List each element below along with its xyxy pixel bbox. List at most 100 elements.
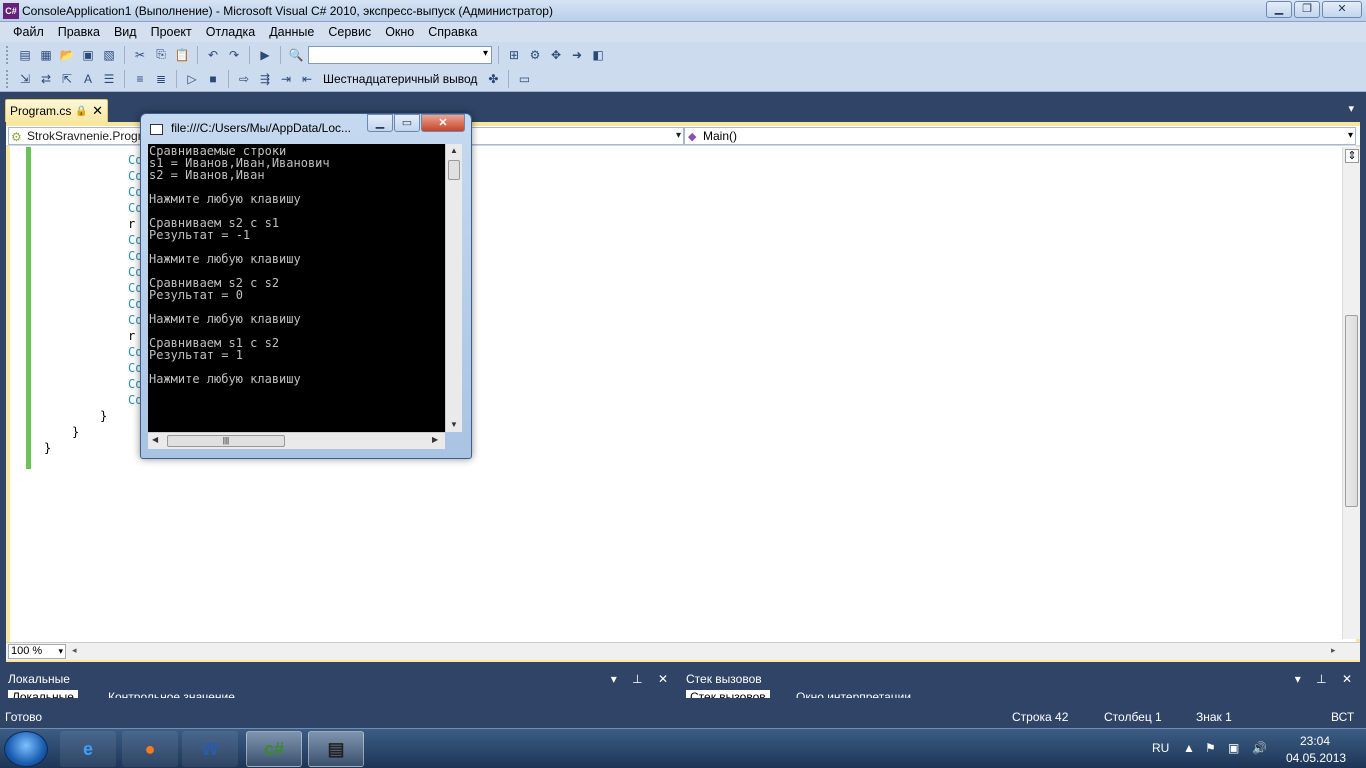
tab-watch[interactable]: Контрольное значение bbox=[108, 690, 235, 698]
redo-icon[interactable]: ↷ bbox=[225, 46, 243, 64]
member-dropdown[interactable]: ◆ Main() bbox=[684, 127, 1356, 145]
toolbar-grip[interactable] bbox=[6, 45, 10, 64]
scroll-thumb[interactable] bbox=[1345, 315, 1358, 507]
toolbox-icon[interactable]: ✥ bbox=[547, 46, 565, 64]
comment-icon[interactable]: ☰ bbox=[100, 70, 118, 88]
status-bar: Готово Строка 42 Столбец 1 Знак 1 ВСТ bbox=[0, 706, 1366, 728]
scroll-up-icon[interactable]: ▲ bbox=[450, 146, 458, 155]
paste-icon[interactable]: 📋 bbox=[173, 46, 191, 64]
save-icon[interactable]: ▣ bbox=[79, 46, 97, 64]
zoom-dropdown[interactable]: 100 % bbox=[8, 644, 66, 659]
scroll-right-icon[interactable]: ▸ bbox=[1331, 645, 1336, 656]
step-over-2-icon[interactable]: ⇥ bbox=[277, 70, 295, 88]
code-line: r bbox=[128, 217, 136, 231]
console-line: Нажмите любую клавишу bbox=[149, 372, 301, 386]
new-project-icon[interactable]: ▤ bbox=[16, 46, 34, 64]
action-center-icon[interactable]: ⚑ bbox=[1205, 741, 1216, 755]
console-scroll-thumb[interactable] bbox=[448, 160, 460, 180]
scroll-down-icon[interactable]: ▼ bbox=[450, 420, 458, 429]
network-icon[interactable]: ▣ bbox=[1228, 741, 1239, 755]
clock-time[interactable]: 23:04 bbox=[1300, 734, 1330, 748]
menu-help[interactable]: Справка bbox=[421, 25, 484, 39]
toolbar-grip[interactable] bbox=[6, 70, 10, 88]
find-combo[interactable] bbox=[308, 45, 492, 64]
callstack-panel-title: Стек вызовов bbox=[686, 672, 762, 686]
tab-list-icon[interactable]: ▾ bbox=[1348, 102, 1354, 115]
tab-program-cs[interactable]: Program.cs 🔒 ✕ bbox=[5, 99, 108, 122]
minimize-button[interactable]: ▁ bbox=[1266, 1, 1292, 18]
save-all-icon[interactable]: ▧ bbox=[100, 46, 118, 64]
start-button[interactable] bbox=[4, 731, 48, 767]
cut-icon[interactable]: ✂ bbox=[131, 46, 149, 64]
editor-vertical-scrollbar[interactable]: ⇕ bbox=[1342, 147, 1360, 639]
menu-file[interactable]: Файл bbox=[6, 25, 51, 39]
maximize-button[interactable]: ❐ bbox=[1294, 1, 1320, 18]
csharp-icon[interactable]: c# bbox=[246, 731, 302, 767]
console-line: Нажмите любую клавишу bbox=[149, 312, 301, 326]
scroll-left-icon[interactable]: ◀ bbox=[152, 435, 158, 444]
step-into-icon[interactable]: ⇲ bbox=[16, 70, 34, 88]
properties-icon[interactable]: ⚙ bbox=[526, 46, 544, 64]
undo-icon[interactable]: ↶ bbox=[204, 46, 222, 64]
console-window[interactable]: file:///C:/Users/Мы/AppData/Loc... ▁ ▭ ✕… bbox=[140, 113, 472, 459]
extensions-icon[interactable]: ◧ bbox=[589, 46, 607, 64]
step-icon[interactable]: ⇶ bbox=[256, 70, 274, 88]
copy-icon[interactable]: ⎘ bbox=[152, 46, 170, 64]
tab-callstack[interactable]: Стек вызовов bbox=[686, 690, 770, 698]
output-icon[interactable]: ➜ bbox=[568, 46, 586, 64]
console-minimize-button[interactable]: ▁ bbox=[367, 114, 393, 132]
menu-data[interactable]: Данные bbox=[262, 25, 321, 39]
menu-tools[interactable]: Сервис bbox=[321, 25, 378, 39]
menu-window[interactable]: Окно bbox=[378, 25, 421, 39]
close-button[interactable]: ✕ bbox=[1322, 1, 1362, 18]
menu-edit[interactable]: Правка bbox=[51, 25, 107, 39]
menu-debug[interactable]: Отладка bbox=[199, 25, 262, 39]
console-line: Результат = -1 bbox=[149, 228, 251, 242]
outdent-icon[interactable]: ≣ bbox=[152, 70, 170, 88]
step-out-icon[interactable]: ⇱ bbox=[58, 70, 76, 88]
breakpoint-icon[interactable]: ✤ bbox=[484, 70, 502, 88]
ie-icon[interactable]: e bbox=[60, 731, 116, 767]
console-vertical-scrollbar[interactable]: ▲ ▼ bbox=[445, 144, 462, 432]
split-handle-icon[interactable]: ⇕ bbox=[1345, 149, 1359, 163]
step-out-2-icon[interactable]: ⇤ bbox=[298, 70, 316, 88]
tab-immediate[interactable]: Окно интерпретации bbox=[796, 690, 911, 698]
language-indicator[interactable]: RU bbox=[1152, 741, 1169, 755]
scroll-left-icon[interactable]: ◂ bbox=[72, 645, 77, 656]
solution-explorer-icon[interactable]: ⊞ bbox=[505, 46, 523, 64]
add-item-icon[interactable]: ▦ bbox=[37, 46, 55, 64]
menu-view[interactable]: Вид bbox=[107, 25, 144, 39]
start-debug-icon[interactable]: ▶ bbox=[256, 46, 274, 64]
console-taskbar-icon[interactable]: ▤ bbox=[308, 731, 364, 767]
console-close-button[interactable]: ✕ bbox=[421, 114, 465, 132]
panel-buttons[interactable]: ▾ ⊥ ✕ bbox=[1295, 670, 1358, 688]
tab-locals[interactable]: Локальные bbox=[8, 690, 78, 698]
closing-brace: } bbox=[44, 441, 52, 455]
scroll-right-icon[interactable]: ▶ bbox=[432, 435, 438, 444]
panel-buttons[interactable]: ▾ ⊥ ✕ bbox=[611, 670, 674, 688]
menu-project[interactable]: Проект bbox=[144, 25, 199, 39]
console-maximize-button[interactable]: ▭ bbox=[394, 114, 420, 132]
indent-icon[interactable]: ≡ bbox=[131, 70, 149, 88]
console-hscroll-thumb[interactable]: ||| bbox=[167, 435, 285, 447]
change-tracking-bar bbox=[26, 147, 31, 469]
show-next-statement-icon[interactable]: ⇨ bbox=[235, 70, 253, 88]
text-icon[interactable]: A bbox=[79, 70, 97, 88]
clock-date[interactable]: 04.05.2013 bbox=[1286, 751, 1346, 765]
word-icon[interactable]: W bbox=[182, 731, 238, 767]
continue-icon[interactable]: ▷ bbox=[183, 70, 201, 88]
volume-icon[interactable]: 🔊 bbox=[1252, 741, 1267, 755]
show-hidden-icons[interactable]: ▲ bbox=[1183, 741, 1195, 755]
console-horizontal-scrollbar[interactable]: ◀ ||| ▶ bbox=[148, 432, 445, 449]
find-in-files-icon[interactable]: 🔍 bbox=[287, 46, 305, 64]
window-title: ConsoleApplication1 (Выполнение) - Micro… bbox=[22, 4, 553, 18]
close-tab-icon[interactable]: ✕ bbox=[92, 103, 103, 119]
open-file-icon[interactable]: 📂 bbox=[58, 46, 76, 64]
step-over-icon[interactable]: ⇄ bbox=[37, 70, 55, 88]
hex-display-button[interactable]: Шестнадцатеричный вывод bbox=[319, 72, 481, 86]
windows-icon[interactable]: ▭ bbox=[515, 70, 533, 88]
stop-icon[interactable]: ■ bbox=[204, 70, 222, 88]
console-line: s2 = Иванов,Иван bbox=[149, 168, 265, 182]
editor-horizontal-bar: 100 % ◂ ▸ bbox=[6, 642, 1360, 660]
firefox-icon[interactable]: ● bbox=[122, 731, 178, 767]
